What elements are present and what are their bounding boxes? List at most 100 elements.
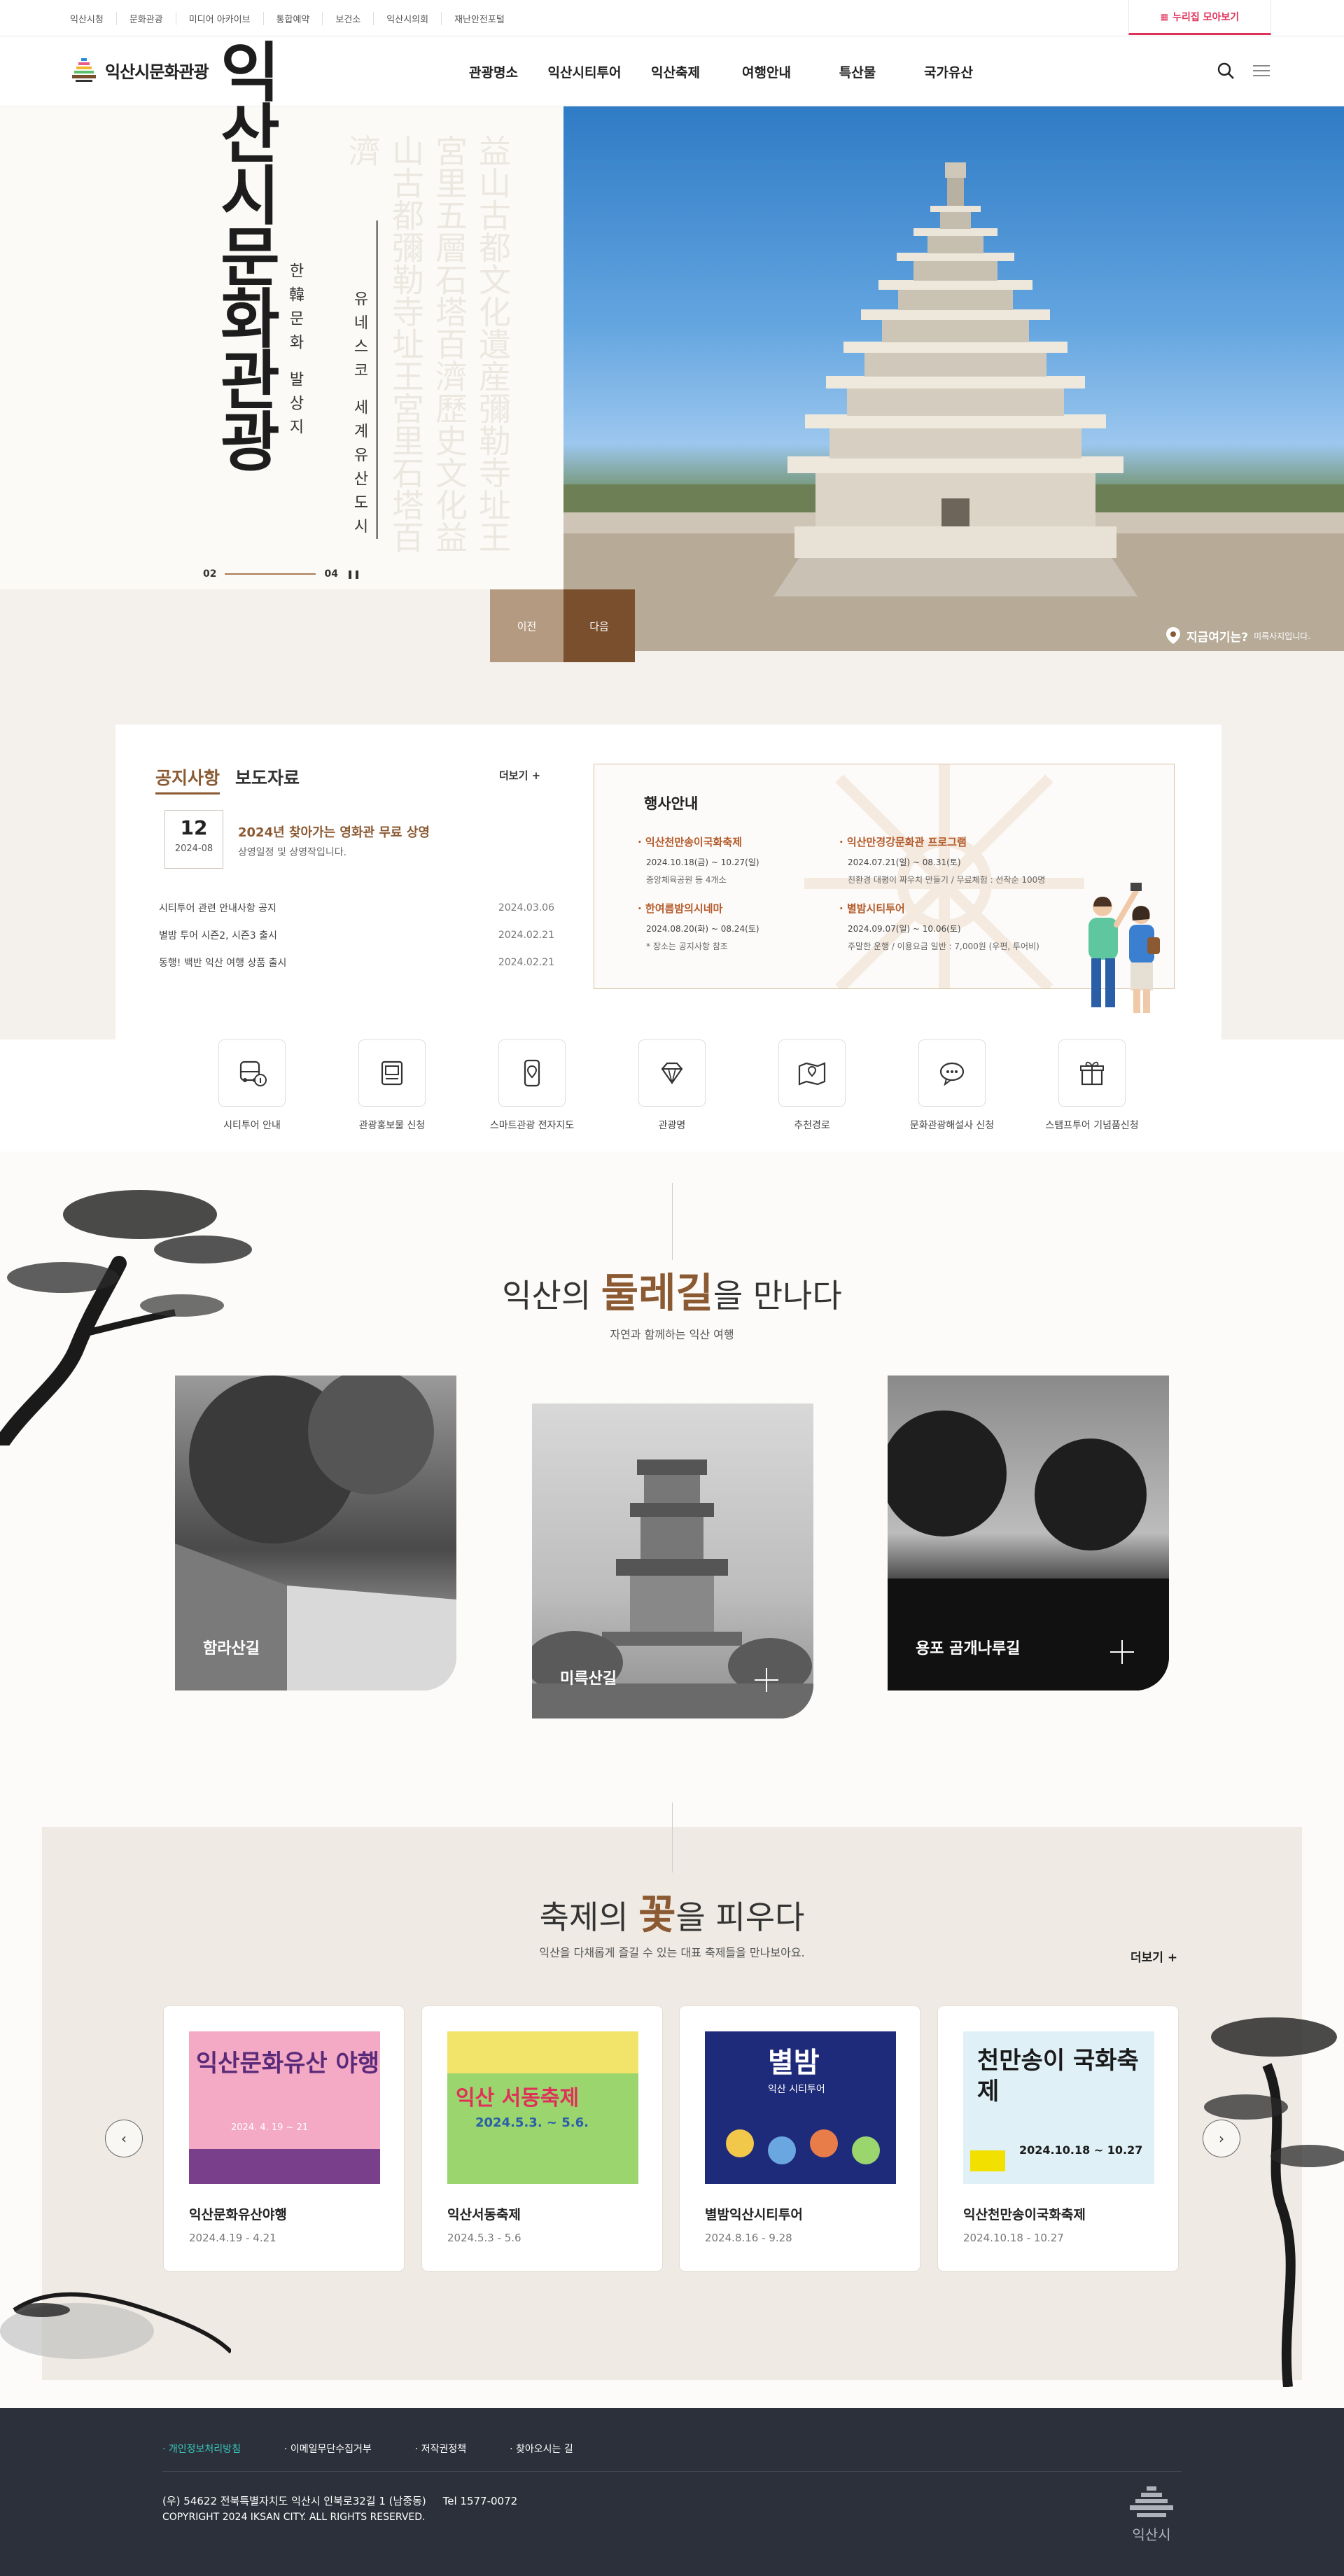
brochure-icon (358, 1040, 426, 1107)
event-item[interactable]: · 익산천만송이국화축제 2024.10.18(금) ~ 10.27(일) 중앙… (638, 834, 834, 886)
tab-notice[interactable]: 공지사항 (155, 764, 220, 794)
utility-link[interactable]: 익산시의회 (373, 11, 441, 25)
dulle-gil-section: 익산의 둘레길을 만나다 자연과 함께하는 익산 여행 함라산길 미륵산길 용포… (0, 1152, 1344, 1827)
quick-menu-item[interactable]: 관광홍보물 신청 (322, 1040, 462, 1132)
festival-poster: 천만송이 국화축제 2024.10.18 ~ 10.27 (963, 2031, 1154, 2184)
event-title: · 익산만경강문화관 프로그램 (839, 836, 967, 848)
event-item[interactable]: · 한여름밤의시네마 2024.08.20(화) ~ 08.24(토) * 장소… (638, 901, 834, 952)
quick-menu-item[interactable]: 스마트관광 전자지도 (462, 1040, 602, 1132)
quick-menu-item[interactable]: 스탬프투어 기념품신청 (1022, 1040, 1162, 1132)
section-divider (672, 1183, 673, 1260)
utility-link[interactable]: 문화관광 (115, 11, 176, 25)
hero-prev-button[interactable]: 이전 (490, 589, 564, 662)
event-item[interactable]: · 별밤시티투어 2024.09.07(일) ~ 10.06(토) 주말한 운행… (839, 901, 1077, 952)
featured-notice-title[interactable]: 2024년 찾아가는 영화관 무료 상영 (238, 822, 430, 841)
events-title: 행사안내 (644, 795, 699, 812)
trail-label: 용포 곰개나루길 (916, 1640, 1021, 1658)
grid-icon: ▦ (1160, 11, 1169, 22)
pine-tree-ink-decoration (1204, 2017, 1344, 2387)
hero-divider (376, 220, 378, 539)
poster-date: 2024.10.18 ~ 10.27 (1019, 2143, 1143, 2157)
site-footer: · 개인정보처리방침 · 이메일무단수집거부 · 저작권정책 · 찾아오시는 길… (0, 2408, 1344, 2576)
poster-title: 별밤 (768, 2046, 820, 2079)
menu-icon[interactable] (1253, 64, 1270, 78)
festival-name: 별밤익산시티투어 (705, 2207, 803, 2222)
nav-item[interactable]: 익산축제 (630, 62, 721, 81)
festival-card[interactable]: 익산문화유산 야행 2024. 4. 19 ~ 21 익산문화유산야행 2024… (163, 2005, 405, 2272)
tab-press[interactable]: 보도자료 (235, 764, 300, 794)
pause-icon[interactable]: ❚❚ (346, 569, 360, 579)
nav-item[interactable]: 국가유산 (903, 62, 994, 81)
hero-location-caption: 지금여기는? 미륵사지입니다. (1166, 626, 1310, 645)
plus-icon: + (1167, 1951, 1178, 1965)
trail-card[interactable]: 함라산길 (175, 1376, 456, 1690)
notice-date: 2024.02.21 (498, 956, 554, 968)
pagoda-logo-icon (72, 58, 96, 82)
plus-icon (1110, 1640, 1134, 1664)
more-label: 더보기 (1130, 1951, 1163, 1965)
festival-poster: 익산 서동축제 2024.5.3. ~ 5.6. (447, 2031, 638, 2184)
nav-item[interactable]: 관광명소 (448, 62, 539, 81)
festival-date: 2024.8.16 - 9.28 (705, 2232, 792, 2244)
hero-subtitle-1: 한韓문화 발상지 (286, 262, 304, 442)
festival-card[interactable]: 별밤 익산 시티투어 별밤익산시티투어 2024.8.16 - 9.28 (679, 2005, 920, 2272)
event-item[interactable]: · 익산만경강문화관 프로그램 2024.07.21(일) ~ 08.31(토)… (839, 834, 1077, 886)
utility-link[interactable]: 통합예약 (262, 11, 323, 25)
utility-bar: 익산시청 문화관광 미디어 아카이브 통합예약 보건소 익산시의회 재난안전포털… (0, 0, 1344, 36)
utility-links: 익산시청 문화관광 미디어 아카이브 통합예약 보건소 익산시의회 재난안전포털 (70, 0, 517, 36)
trail-label: 함라산길 (203, 1640, 260, 1658)
notice-list: 시티투어 관련 안내사항 공지 2024.03.06 별밤 투어 시즌2, 시즌3… (159, 894, 554, 976)
quick-menu-item[interactable]: 문화관광해설사 신청 (882, 1040, 1022, 1132)
list-item[interactable]: 별밤 투어 시즌2, 시즌3 출시 2024.02.21 (159, 921, 554, 948)
footer-link[interactable]: · 개인정보처리방침 (162, 2442, 241, 2456)
site-logo[interactable]: 익산시문화관광 (70, 56, 209, 84)
nav-item[interactable]: 특산물 (812, 62, 903, 81)
quick-menu-item[interactable]: 관광명 (602, 1040, 742, 1132)
trail-card[interactable]: 용포 곰개나루길 (888, 1376, 1169, 1690)
event-title: · 별밤시티투어 (839, 902, 905, 915)
nav-item[interactable]: 여행안내 (721, 62, 812, 81)
search-icon[interactable] (1217, 62, 1235, 80)
event-title: · 익산천만송이국화축제 (638, 836, 742, 848)
footer-logo: 익산시 (1120, 2485, 1183, 2544)
trail-card[interactable]: 미륵산길 (532, 1404, 813, 1718)
list-item[interactable]: 동행! 백반 익산 여행 상품 출시 2024.02.21 (159, 948, 554, 976)
list-item[interactable]: 시티투어 관련 안내사항 공지 2024.03.06 (159, 894, 554, 921)
footer-divider (162, 2471, 1182, 2472)
notice-more-link[interactable]: 더보기 + (499, 768, 540, 783)
utility-link[interactable]: 보건소 (322, 11, 373, 25)
quick-menu-label: 스마트관광 전자지도 (489, 1120, 575, 1131)
event-date: 2024.08.20(화) ~ 08.24(토) (646, 924, 760, 934)
event-date: 2024.09.07(일) ~ 10.06(토) (848, 924, 961, 934)
festival-more-link[interactable]: 더보기 + (1130, 1947, 1177, 1965)
plus-icon (755, 1668, 778, 1692)
event-place: 주말한 운행 / 이용요금 일반 : 7,000원 (우편, 투어비) (848, 941, 1040, 951)
festival-name: 익산문화유산야행 (189, 2207, 287, 2222)
rock-ink-decoration (0, 2292, 231, 2359)
notice-date: 2024.02.21 (498, 929, 554, 941)
footer-link[interactable]: · 찾아오시는 길 (510, 2442, 573, 2456)
quick-menu-item[interactable]: 추천경로 (742, 1040, 882, 1132)
hero-next-button[interactable]: 다음 (564, 589, 635, 662)
utility-link[interactable]: 미디어 아카이브 (175, 11, 263, 25)
utility-link[interactable]: 익산시청 (70, 12, 116, 25)
quick-menu-label: 추천경로 (794, 1120, 830, 1131)
location-question: 지금여기는? (1186, 630, 1249, 645)
carousel-prev-button[interactable]: ‹ (105, 2120, 143, 2157)
footer-link[interactable]: · 저작권정책 (415, 2442, 466, 2456)
nav-item[interactable]: 익산시티투어 (539, 62, 630, 81)
footer-link[interactable]: · 이메일무단수집거부 (284, 2442, 372, 2456)
utility-link[interactable]: 재난안전포털 (441, 11, 517, 25)
poster-date: 익산 시티투어 (768, 2084, 825, 2095)
festival-card[interactable]: 익산 서동축제 2024.5.3. ~ 5.6. 익산서동축제 2024.5.3… (421, 2005, 663, 2272)
nuri-collection-button[interactable]: ▦ 누리집 모아보기 (1128, 0, 1271, 35)
featured-date-box: 12 2024-08 (164, 810, 223, 869)
location-answer: 미륵사지입니다. (1254, 631, 1311, 641)
festival-card[interactable]: 천만송이 국화축제 2024.10.18 ~ 10.27 익산천만송이국화축제 … (937, 2005, 1179, 2272)
festival-poster: 익산문화유산 야행 2024. 4. 19 ~ 21 (189, 2031, 380, 2184)
quick-menu-label: 시티투어 안내 (223, 1120, 281, 1131)
route-map-icon (778, 1040, 846, 1107)
event-title: · 한여름밤의시네마 (638, 902, 723, 915)
quick-menu-item[interactable]: 시티투어 안내 (182, 1040, 322, 1132)
festival-poster: 별밤 익산 시티투어 (705, 2031, 896, 2184)
